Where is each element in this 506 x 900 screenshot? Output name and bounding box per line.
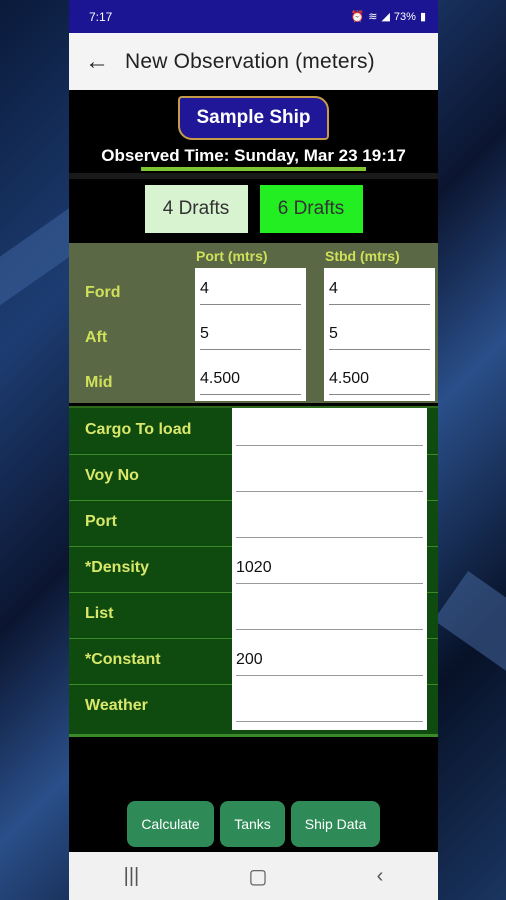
density-label: *Density [85, 559, 150, 576]
alarm-icon: ⏰ [350, 11, 365, 23]
drafts-panel: Port (mtrs) Stbd (mtrs) Ford Aft Mid 4 5… [69, 243, 438, 403]
stbd-ford-input[interactable]: 4 [329, 280, 430, 305]
arrow-back-icon[interactable]: ← [69, 48, 125, 76]
stbd-drafts-box: 4 5 4.500 [324, 268, 435, 401]
mid-label: Mid [85, 374, 113, 391]
form-row-constant: *Constant 200 [69, 638, 438, 684]
aft-label: Aft [85, 329, 108, 346]
battery-icon: ▮ [419, 11, 426, 23]
weather-input[interactable] [232, 684, 427, 730]
form-row-voy: Voy No [69, 454, 438, 500]
port-mid-input[interactable]: 4.500 [200, 370, 301, 395]
observed-time-underline [141, 167, 366, 171]
form-row-density: *Density 1020 [69, 546, 438, 592]
cargo-to-load-input[interactable] [232, 408, 427, 454]
recents-icon[interactable]: ||| [124, 865, 140, 888]
weather-label: Weather [85, 697, 148, 714]
list-input[interactable] [232, 592, 427, 638]
port-input[interactable] [232, 500, 427, 546]
constant-input[interactable]: 200 [232, 638, 427, 684]
status-bar: 7:17 ⏰ ≋ ◢ 73% ▮ [69, 0, 438, 33]
six-drafts-button[interactable]: 6 Drafts [259, 185, 363, 233]
ship-name-badge[interactable]: Sample Ship [178, 96, 329, 140]
cargo-details-form: Cargo To load Voy No Port *Density 1020 … [69, 406, 438, 737]
home-icon[interactable]: ▢ [248, 864, 267, 889]
action-buttons: Calculate Tanks Ship Data [69, 801, 438, 847]
port-ford-input[interactable]: 4 [200, 280, 301, 305]
port-label: Port [85, 513, 117, 530]
voy-no-label: Voy No [85, 467, 139, 484]
stbd-aft-input[interactable]: 5 [329, 325, 430, 350]
ship-data-button[interactable]: Ship Data [291, 801, 380, 847]
form-row-list: List [69, 592, 438, 638]
observed-time: Observed Time: Sunday, Mar 23 19:17 [101, 146, 406, 165]
calculate-button[interactable]: Calculate [127, 801, 214, 847]
divider [69, 173, 438, 179]
port-header: Port (mtrs) [196, 248, 268, 264]
form-row-cargo: Cargo To load [69, 408, 438, 454]
form-row-weather: Weather [69, 684, 438, 730]
draft-count-toggle: 4 Drafts 6 Drafts [69, 185, 438, 233]
constant-label: *Constant [85, 651, 161, 668]
page-title: New Observation (meters) [125, 49, 375, 73]
back-icon[interactable]: ‹ [377, 865, 384, 888]
ford-label: Ford [85, 284, 121, 301]
battery-percent: 73% [393, 10, 416, 23]
port-drafts-box: 4 5 4.500 [195, 268, 306, 401]
voy-no-input[interactable] [232, 454, 427, 500]
stbd-header: Stbd (mtrs) [325, 248, 400, 264]
wifi-icon: ≋ [368, 11, 378, 23]
status-time: 7:17 [89, 9, 113, 24]
phone-screen: 7:17 ⏰ ≋ ◢ 73% ▮ ← New Observation (mete… [69, 0, 438, 900]
signal-icon: ◢ [381, 11, 390, 23]
app-bar: ← New Observation (meters) [69, 33, 438, 90]
four-drafts-button[interactable]: 4 Drafts [144, 185, 248, 233]
tanks-button[interactable]: Tanks [220, 801, 285, 847]
background-decoration [433, 571, 506, 689]
cargo-to-load-label: Cargo To load [85, 421, 192, 438]
stbd-mid-input[interactable]: 4.500 [329, 370, 430, 395]
list-label: List [85, 605, 114, 622]
density-input[interactable]: 1020 [232, 546, 427, 592]
port-aft-input[interactable]: 5 [200, 325, 301, 350]
form-row-port: Port [69, 500, 438, 546]
system-nav-bar: ||| ▢ ‹ [69, 852, 438, 900]
